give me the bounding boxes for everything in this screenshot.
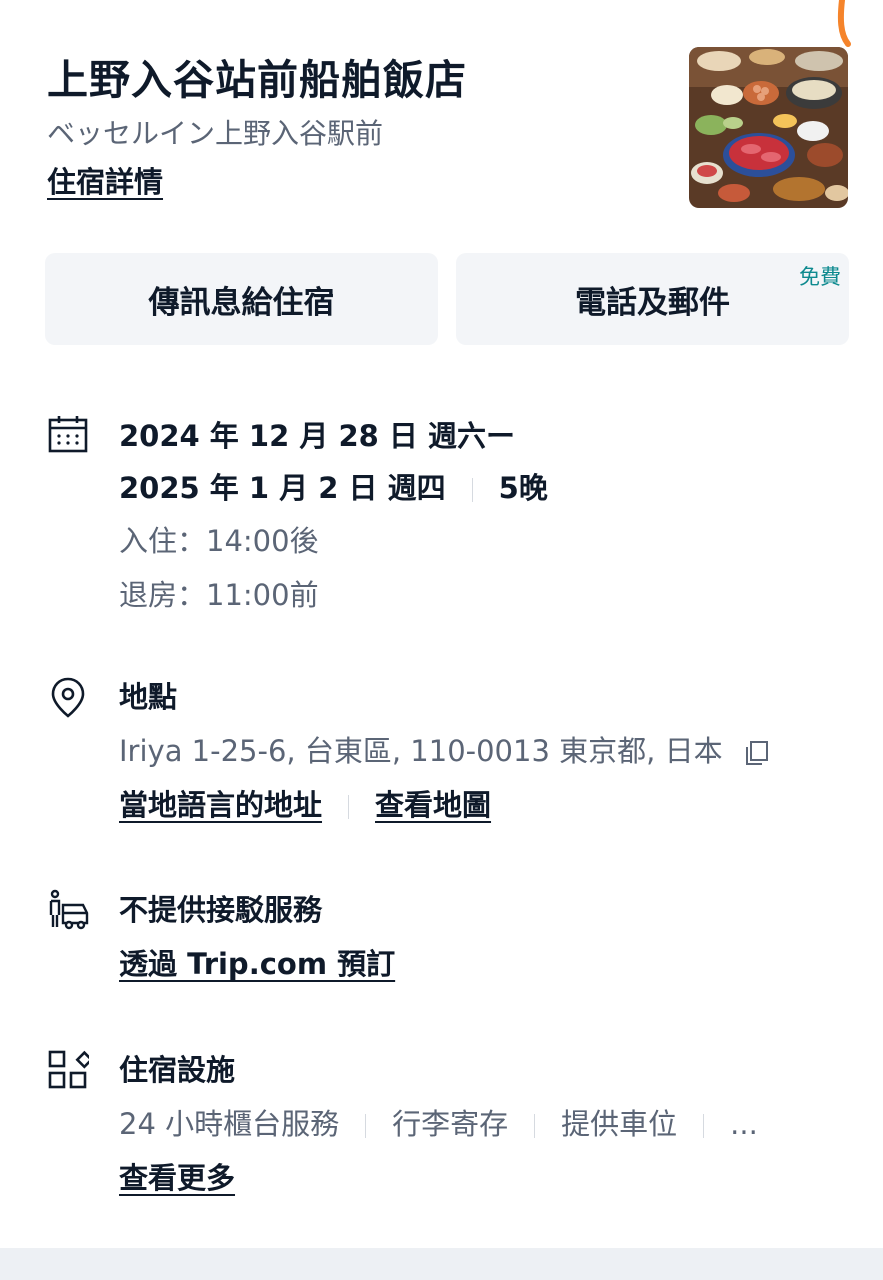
book-via-trip-link[interactable]: 透過 Trip.com 預訂 xyxy=(119,947,395,981)
check-in-date: 2024 年 12 月 28 日 週六ー xyxy=(119,419,516,453)
facility-item: 行李寄存 xyxy=(392,1107,509,1141)
hotel-subtitle: ベッセルイン上野入谷駅前 xyxy=(47,117,384,150)
check-out-date: 2025 年 1 月 2 日 週四 xyxy=(119,471,446,505)
hotel-thumbnail[interactable] xyxy=(689,47,848,208)
divider xyxy=(534,1114,536,1138)
stay-dates-section: 2024 年 12 月 28 日 週六ー 2025 年 1 月 2 日 週四 5晚… xyxy=(47,410,847,620)
location-title: 地點 xyxy=(119,680,178,714)
hotel-name: 上野入谷站前船舶飯店 xyxy=(47,56,467,104)
location-pin-icon xyxy=(51,677,85,718)
free-badge: 免費 xyxy=(799,265,841,289)
hotel-header: 上野入谷站前船舶飯店 ベッセルイン上野入谷駅前 住宿詳情 xyxy=(47,52,667,206)
copy-icon[interactable] xyxy=(742,739,770,767)
facilities-grid-icon xyxy=(48,1050,89,1089)
divider xyxy=(365,1114,367,1138)
facility-more-ellipsis: ... xyxy=(730,1107,758,1141)
facilities-title: 住宿設施 xyxy=(119,1053,236,1087)
address-text: Iriya 1-25-6, 台東區, 110-0013 東京都, 日本 xyxy=(119,734,723,768)
divider xyxy=(703,1114,705,1138)
shuttle-section: 不提供接駁服務 透過 Trip.com 預訂 xyxy=(47,883,847,993)
facility-item: 提供車位 xyxy=(561,1107,678,1141)
phone-email-label: 電話及郵件 xyxy=(575,284,730,321)
view-more-facilities-link[interactable]: 查看更多 xyxy=(119,1161,235,1195)
local-language-address-link[interactable]: 當地語言的地址 xyxy=(119,788,322,822)
bottom-divider-bar xyxy=(0,1248,883,1280)
view-map-link[interactable]: 查看地圖 xyxy=(375,788,491,822)
phone-email-button[interactable]: 電話及郵件 免費 xyxy=(456,253,849,345)
facilities-section: 住宿設施 24 小時櫃台服務 行李寄存 提供車位... 查看更多 xyxy=(47,1043,847,1203)
divider xyxy=(348,795,350,819)
facility-item: 24 小時櫃台服務 xyxy=(119,1107,340,1141)
nights-count: 5晚 xyxy=(498,471,548,505)
check-out-time: 退房：11:00前 xyxy=(119,578,319,612)
hotel-details-link[interactable]: 住宿詳情 xyxy=(47,158,163,206)
message-property-button[interactable]: 傳訊息給住宿 xyxy=(45,253,438,345)
location-section: 地點 Iriya 1-25-6, 台東區, 110-0013 東京都, 日本 當… xyxy=(47,670,847,830)
shuttle-title: 不提供接駁服務 xyxy=(119,893,323,927)
corner-mark xyxy=(837,0,851,47)
message-property-label: 傳訊息給住宿 xyxy=(148,284,335,321)
divider xyxy=(471,478,473,502)
shuttle-icon xyxy=(49,889,89,930)
calendar-icon xyxy=(48,416,88,453)
check-in-time: 入住：14:00後 xyxy=(119,524,319,558)
